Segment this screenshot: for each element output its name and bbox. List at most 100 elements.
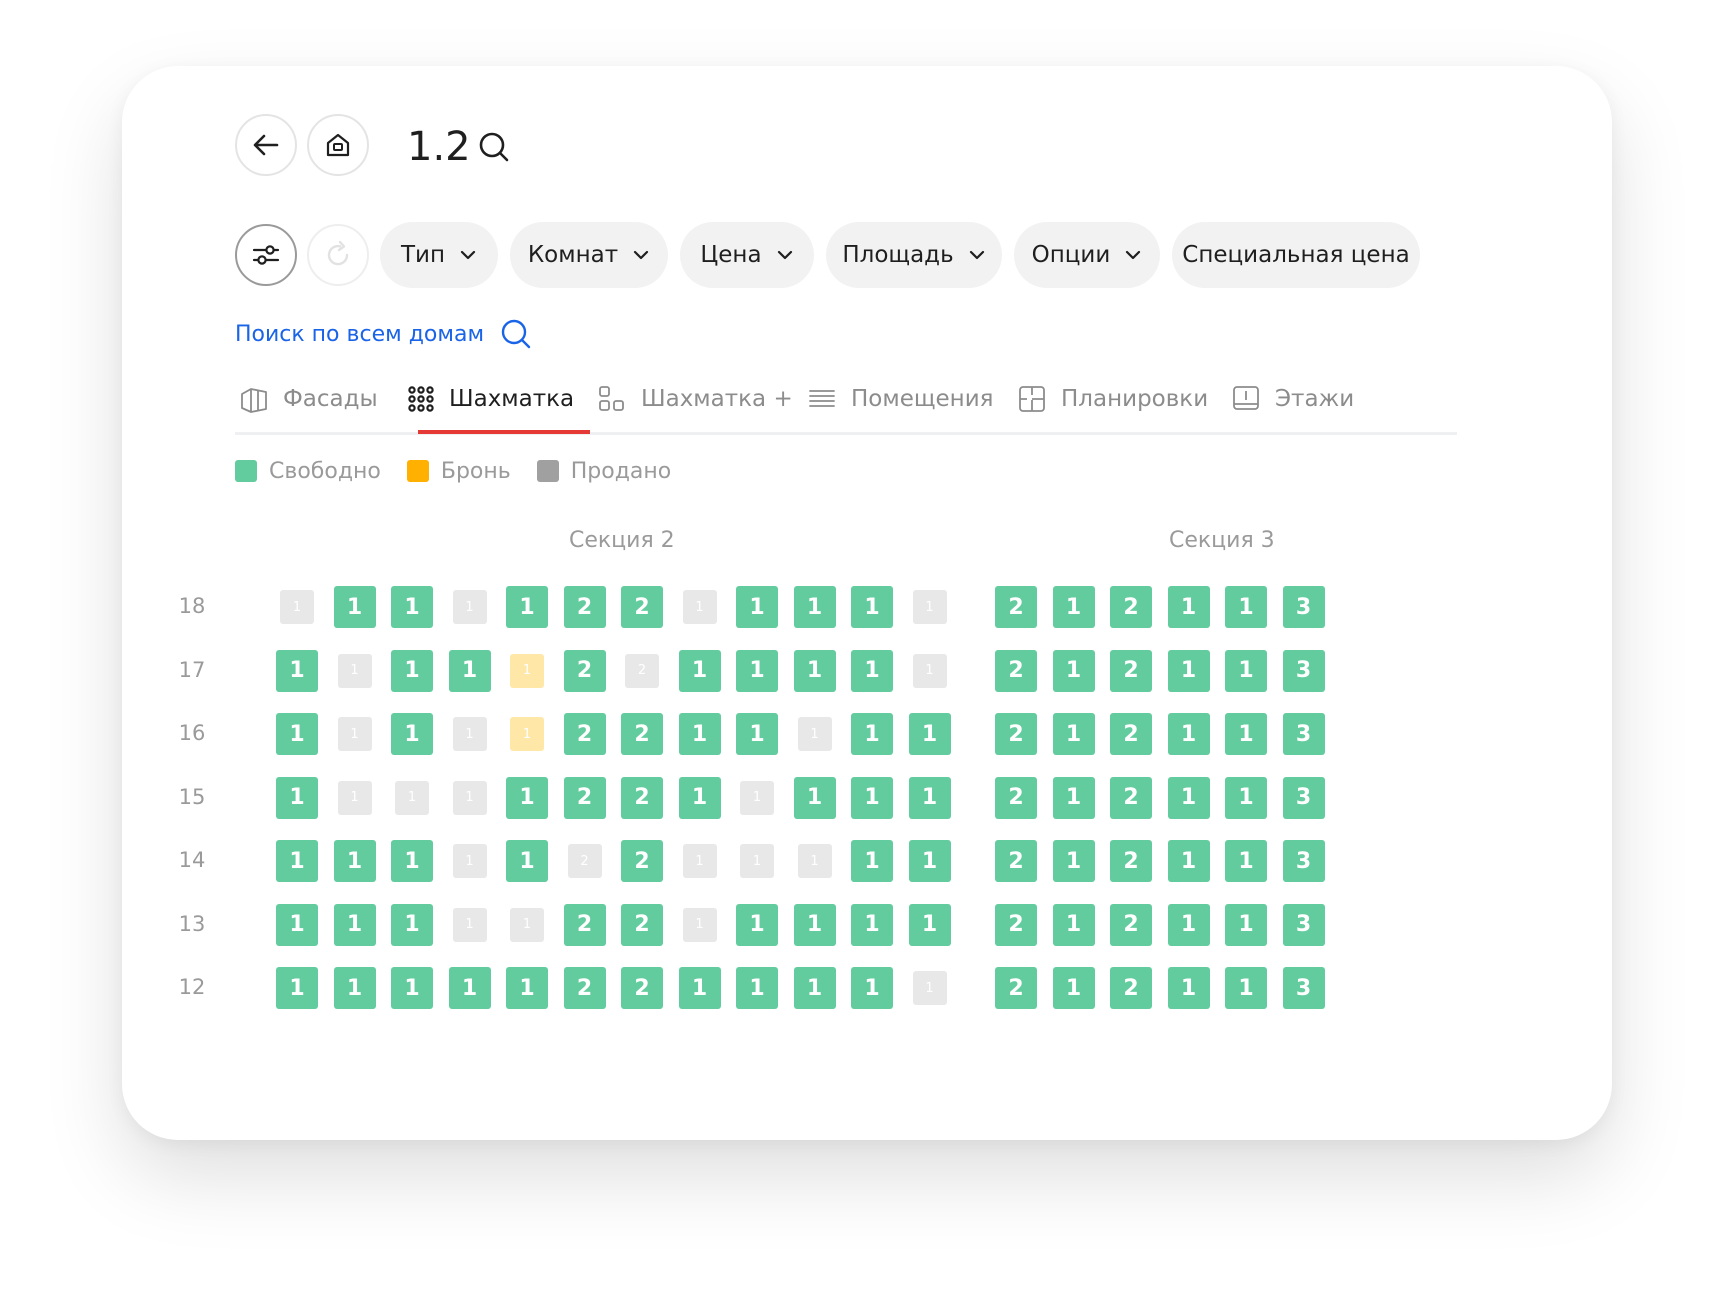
apartment-cell-free[interactable]: 1 xyxy=(1167,967,1210,1009)
apartment-cell-free[interactable]: 1 xyxy=(736,713,778,755)
apartment-cell-free[interactable]: 1 xyxy=(276,840,318,882)
apartment-cell-booked[interactable]: 1 xyxy=(510,717,544,751)
apartment-cell-free[interactable]: 1 xyxy=(276,713,318,755)
apartment-cell-free[interactable]: 2 xyxy=(1110,840,1152,882)
apartment-cell-free[interactable]: 1 xyxy=(678,649,721,692)
apartment-cell-free[interactable]: 1 xyxy=(1052,840,1095,882)
apartment-cell-free[interactable]: 1 xyxy=(851,649,893,692)
apartment-cell-free[interactable]: 2 xyxy=(563,586,606,628)
apartment-cell-free[interactable]: 1 xyxy=(1052,967,1095,1009)
apartment-cell-free[interactable]: 1 xyxy=(678,967,721,1009)
apartment-cell-free[interactable]: 2 xyxy=(995,649,1037,692)
apartment-cell-free[interactable]: 2 xyxy=(995,586,1037,628)
apartment-cell-free[interactable]: 1 xyxy=(333,903,376,946)
apartment-cell-free[interactable]: 1 xyxy=(391,586,433,628)
apartment-cell-free[interactable]: 1 xyxy=(276,649,318,692)
apartment-cell-free[interactable]: 2 xyxy=(995,967,1037,1009)
apartment-cell-free[interactable]: 1 xyxy=(1052,586,1095,628)
apartment-cell-free[interactable]: 3 xyxy=(1282,840,1325,882)
apartment-cell-free[interactable]: 1 xyxy=(851,586,893,628)
apartment-cell-free[interactable]: 2 xyxy=(1110,713,1152,755)
apartment-cell-free[interactable]: 2 xyxy=(621,840,663,882)
apartment-cell-free[interactable]: 1 xyxy=(908,776,951,819)
filter-area[interactable]: Площадь xyxy=(826,222,1002,288)
apartment-cell-free[interactable]: 1 xyxy=(506,967,548,1009)
apartment-cell-free[interactable]: 3 xyxy=(1282,967,1325,1009)
apartment-cell-free[interactable]: 1 xyxy=(1225,840,1267,882)
apartment-cell-free[interactable]: 3 xyxy=(1282,586,1325,628)
apartment-cell-free[interactable]: 1 xyxy=(391,649,433,692)
apartment-cell-free[interactable]: 1 xyxy=(793,903,836,946)
filter-rooms[interactable]: Комнат xyxy=(510,222,668,288)
apartment-cell-free[interactable]: 1 xyxy=(736,586,778,628)
apartment-cell-free[interactable]: 1 xyxy=(276,967,318,1009)
apartment-cell-free[interactable]: 1 xyxy=(276,776,318,819)
tab-chessboard-plus[interactable]: Шахматка + xyxy=(597,366,793,432)
apartment-cell-free[interactable]: 2 xyxy=(563,967,606,1009)
apartment-cell-free[interactable]: 1 xyxy=(793,586,836,628)
apartment-cell-free[interactable]: 1 xyxy=(391,967,433,1009)
apartment-cell-free[interactable]: 2 xyxy=(621,967,663,1009)
apartment-cell-free[interactable]: 2 xyxy=(563,713,606,755)
apartment-cell-free[interactable]: 1 xyxy=(793,776,836,819)
back-button[interactable] xyxy=(235,114,297,176)
tab-facades[interactable]: Фасады xyxy=(239,366,378,432)
apartment-cell-free[interactable]: 1 xyxy=(851,776,893,819)
apartment-cell-free[interactable]: 1 xyxy=(1225,903,1267,946)
apartment-cell-free[interactable]: 2 xyxy=(995,776,1037,819)
apartment-cell-free[interactable]: 1 xyxy=(678,776,721,819)
search-all-houses-link[interactable]: Поиск по всем домам xyxy=(235,314,532,354)
apartment-cell-free[interactable]: 1 xyxy=(908,840,951,882)
apartment-cell-free[interactable]: 2 xyxy=(621,903,663,946)
tab-floors[interactable]: Этажи xyxy=(1231,366,1354,432)
apartment-cell-free[interactable]: 1 xyxy=(908,713,951,755)
apartment-cell-free[interactable]: 1 xyxy=(908,903,951,946)
apartment-cell-free[interactable]: 1 xyxy=(851,903,893,946)
apartment-cell-free[interactable]: 1 xyxy=(1167,903,1210,946)
filter-type[interactable]: Тип xyxy=(380,222,498,288)
apartment-cell-free[interactable]: 1 xyxy=(736,903,778,946)
apartment-cell-free[interactable]: 1 xyxy=(506,586,548,628)
apartment-cell-free[interactable]: 1 xyxy=(448,967,491,1009)
apartment-cell-free[interactable]: 1 xyxy=(1167,840,1210,882)
apartment-cell-free[interactable]: 1 xyxy=(1052,776,1095,819)
apartment-cell-free[interactable]: 2 xyxy=(563,649,606,692)
tab-premises[interactable]: Помещения xyxy=(807,366,994,432)
apartment-cell-free[interactable]: 3 xyxy=(1282,649,1325,692)
apartment-cell-free[interactable]: 2 xyxy=(995,840,1037,882)
apartment-cell-booked[interactable]: 1 xyxy=(510,653,544,688)
filter-price[interactable]: Цена xyxy=(680,222,814,288)
apartment-cell-free[interactable]: 1 xyxy=(736,967,778,1009)
apartment-cell-free[interactable]: 1 xyxy=(1225,967,1267,1009)
tab-chessboard[interactable]: Шахматка xyxy=(407,366,574,432)
apartment-cell-free[interactable]: 1 xyxy=(333,586,376,628)
apartment-cell-free[interactable]: 1 xyxy=(506,840,548,882)
apartment-cell-free[interactable]: 1 xyxy=(1167,586,1210,628)
apartment-cell-free[interactable]: 1 xyxy=(736,649,778,692)
apartment-cell-free[interactable]: 2 xyxy=(1110,776,1152,819)
apartment-cell-free[interactable]: 1 xyxy=(1052,649,1095,692)
tab-layouts[interactable]: Планировки xyxy=(1017,366,1208,432)
apartment-cell-free[interactable]: 1 xyxy=(1167,776,1210,819)
apartment-cell-free[interactable]: 1 xyxy=(851,713,893,755)
apartment-cell-free[interactable]: 1 xyxy=(1225,776,1267,819)
apartment-cell-free[interactable]: 1 xyxy=(391,840,433,882)
apartment-cell-free[interactable]: 1 xyxy=(851,967,893,1009)
apartment-cell-free[interactable]: 2 xyxy=(1110,586,1152,628)
apartment-cell-free[interactable]: 2 xyxy=(621,586,663,628)
apartment-cell-free[interactable]: 1 xyxy=(1052,903,1095,946)
apartment-cell-free[interactable]: 1 xyxy=(793,649,836,692)
apartment-cell-free[interactable]: 2 xyxy=(995,903,1037,946)
apartment-cell-free[interactable]: 1 xyxy=(391,903,433,946)
apartment-cell-free[interactable]: 3 xyxy=(1282,713,1325,755)
apartment-cell-free[interactable]: 1 xyxy=(448,649,491,692)
filter-special-price[interactable]: Специальная цена xyxy=(1172,222,1420,288)
apartment-cell-free[interactable]: 1 xyxy=(391,713,433,755)
apartment-cell-free[interactable]: 1 xyxy=(333,840,376,882)
apartment-cell-free[interactable]: 2 xyxy=(563,903,606,946)
apartment-cell-free[interactable]: 1 xyxy=(851,840,893,882)
apartment-cell-free[interactable]: 1 xyxy=(1167,713,1210,755)
filter-settings-button[interactable] xyxy=(235,224,297,286)
apartment-cell-free[interactable]: 2 xyxy=(1110,903,1152,946)
apartment-cell-free[interactable]: 1 xyxy=(276,903,318,946)
